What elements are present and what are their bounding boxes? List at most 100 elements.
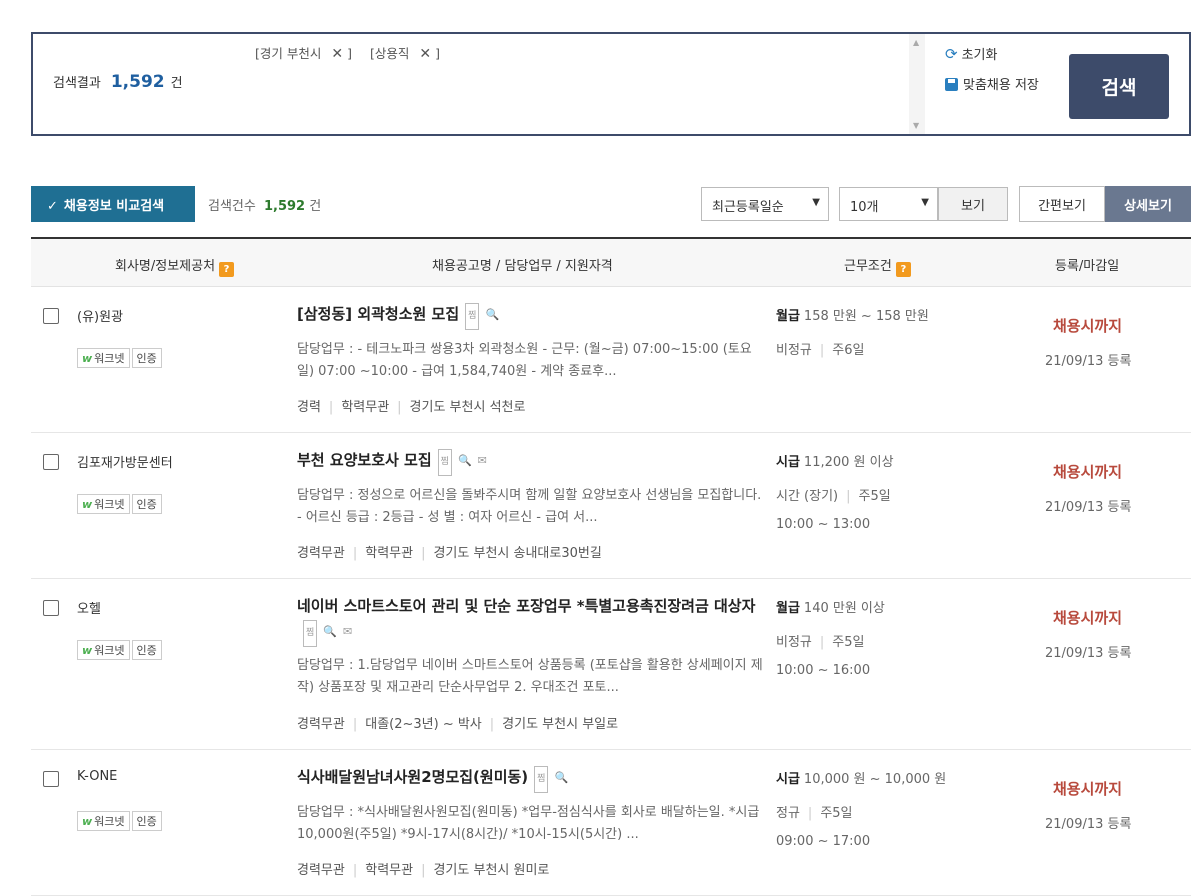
- company-badges: w 워크넷 인증: [77, 810, 164, 831]
- contract-type: 시간 (장기): [776, 489, 839, 504]
- employment-type: 비정규 | 주5일: [776, 631, 864, 650]
- table-row: K-ONE w 워크넷 인증 식사배달원남녀사원2명모집(원미동) 찜 🔍 담당업무 :…: [31, 750, 1191, 896]
- work-days: 주5일: [858, 489, 891, 504]
- table-row: (유)원광 w 워크넷 인증 [삼정동] 외곽청소원 모집 찜 🔍 담당업무 : - 테…: [31, 287, 1191, 433]
- filter-tags: [경기 부천시 ✕] [상용직 ✕]: [255, 43, 454, 62]
- pay-amount: 158 만원 ~ 158 만원: [803, 309, 929, 324]
- work-days: 주6일: [832, 343, 865, 358]
- contract-type: 비정규: [776, 343, 812, 358]
- scrap-icon[interactable]: 찜: [534, 766, 549, 793]
- search-button[interactable]: 검색: [1069, 54, 1169, 119]
- location: 경기도 부천시 석천로: [409, 400, 526, 415]
- worknet-label: 워크넷: [94, 644, 125, 657]
- result-unit: 건: [170, 76, 183, 91]
- sort-select[interactable]: 최근등록일순 ▼: [701, 187, 829, 221]
- table-header: 회사명/정보제공처? 채용공고명 / 담당업무 / 지원자격 근무조건? 등록/…: [31, 237, 1191, 287]
- job-title[interactable]: 식사배달원남녀사원2명모집(원미동) 찜 🔍: [297, 765, 767, 793]
- row-checkbox[interactable]: [43, 600, 59, 616]
- count-unit: 건: [309, 199, 322, 214]
- view-button[interactable]: 보기: [938, 187, 1008, 221]
- job-description: 담당업무 : *식사배달원사원모집(원미동) *업무-점심식사를 회사로 배달하…: [297, 805, 760, 842]
- job-title-text[interactable]: 식사배달원남녀사원2명모집(원미동): [297, 768, 528, 786]
- company-badges: w 워크넷 인증: [77, 639, 164, 660]
- company-name[interactable]: (유)원광: [77, 306, 123, 325]
- close-icon[interactable]: ✕: [331, 46, 343, 62]
- worknet-icon: w: [82, 498, 93, 511]
- reset-button[interactable]: ⟳ 초기화: [945, 44, 997, 63]
- tags-scrollbar[interactable]: ▲ ▼: [909, 34, 925, 134]
- job-title-text[interactable]: 네이버 스마트스토어 관리 및 단순 포장업무 *특별고용촉진장려금 대상자: [297, 597, 755, 615]
- divider: |: [421, 546, 426, 561]
- divider: |: [819, 635, 825, 650]
- header-conditions: 근무조건?: [844, 255, 911, 277]
- job-title[interactable]: 부천 요양보호사 모집 찜 🔍 ✉: [297, 448, 767, 476]
- job-title-text[interactable]: [삼정동] 외곽청소원 모집: [297, 305, 459, 323]
- header-label: 근무조건: [844, 259, 892, 274]
- filter-tag-region: [경기 부천시 ✕]: [255, 43, 352, 62]
- pay-amount: 10,000 원 ~ 10,000 원: [803, 772, 947, 787]
- divider: |: [352, 546, 358, 561]
- row-checkbox[interactable]: [43, 454, 59, 470]
- search-icon[interactable]: 🔍: [554, 765, 568, 790]
- location: 경기도 부천시 원미로: [433, 863, 550, 878]
- pay-info: 월급 140 만원 이상: [776, 597, 885, 616]
- save-custom-search-button[interactable]: 맞춤채용 저장: [945, 74, 1039, 93]
- table-row: 오헬 w 워크넷 인증 네이버 스마트스토어 관리 및 단순 포장업무 *특별고용촉…: [31, 579, 1191, 750]
- search-icon[interactable]: 🔍: [323, 619, 337, 644]
- envelope-icon[interactable]: ✉: [478, 448, 487, 473]
- job-title[interactable]: [삼정동] 외곽청소원 모집 찜 🔍: [297, 302, 767, 330]
- divider: |: [397, 400, 402, 415]
- row-checkbox[interactable]: [43, 771, 59, 787]
- job-title-text[interactable]: 부천 요양보호사 모집: [297, 451, 432, 469]
- result-count: 검색결과 1,592 건: [53, 72, 183, 92]
- contract-type: 정규: [776, 806, 800, 821]
- filter-tag-close-bracket: ]: [435, 46, 440, 61]
- worknet-icon: w: [82, 352, 93, 365]
- worknet-badge: w 워크넷: [77, 811, 130, 831]
- pay-amount: 140 만원 이상: [803, 601, 885, 616]
- job-title[interactable]: 네이버 스마트스토어 관리 및 단순 포장업무 *특별고용촉진장려금 대상자찜 🔍…: [297, 594, 767, 647]
- reset-label: 초기화: [961, 48, 998, 63]
- detail-view-button[interactable]: 상세보기: [1105, 186, 1191, 222]
- pay-type: 시급: [776, 772, 800, 787]
- simple-view-button[interactable]: 간편보기: [1019, 186, 1105, 222]
- pay-type: 월급: [776, 601, 800, 616]
- search-summary-box: [경기 부천시 ✕] [상용직 ✕] 검색결과 1,592 건 ▲ ▼ ⟳ 초기화 맞춤채…: [31, 32, 1191, 136]
- deadline-status: 채용시까지: [1053, 317, 1123, 335]
- deadline-status: 채용시까지: [1053, 463, 1123, 481]
- search-icon[interactable]: 🔍: [458, 448, 472, 473]
- per-page-select[interactable]: 10개 ▼: [839, 187, 938, 221]
- scrap-icon[interactable]: 찜: [465, 303, 480, 330]
- scroll-up-icon[interactable]: ▲: [913, 38, 919, 47]
- location: 경기도 부천시 송내대로30번길: [433, 546, 602, 561]
- deadline-status: 채용시까지: [1053, 609, 1123, 627]
- divider: |: [489, 717, 495, 732]
- experience: 경력: [297, 400, 321, 415]
- header-title: 채용공고명 / 담당업무 / 지원자격: [432, 259, 613, 274]
- filter-tag-close-bracket: ]: [347, 46, 352, 61]
- worknet-label: 워크넷: [94, 352, 125, 365]
- per-page-value: 10개: [850, 200, 879, 215]
- save-label: 맞춤채용 저장: [963, 78, 1039, 93]
- job-description: 담당업무 : 1.담당업무 네이버 스마트스토어 상품등록 (포토샵을 활용한 …: [297, 658, 763, 695]
- filter-tag-label: [경기 부천시: [255, 46, 322, 61]
- help-icon[interactable]: ?: [219, 262, 235, 277]
- help-icon[interactable]: ?: [895, 262, 911, 277]
- close-icon[interactable]: ✕: [419, 46, 431, 62]
- company-name[interactable]: K-ONE: [77, 769, 117, 784]
- envelope-icon[interactable]: ✉: [343, 619, 352, 644]
- count-label: 검색건수: [208, 199, 256, 214]
- pay-type: 시급: [776, 455, 800, 470]
- company-name[interactable]: 김포재가방문센터: [77, 452, 173, 471]
- experience: 경력무관: [297, 863, 345, 878]
- scroll-down-icon[interactable]: ▼: [913, 121, 919, 130]
- education: 학력무관: [341, 400, 390, 415]
- search-icon[interactable]: 🔍: [485, 302, 499, 327]
- scrap-icon[interactable]: 찜: [437, 449, 452, 476]
- compare-search-button[interactable]: ✓ 채용정보 비교검색: [31, 186, 195, 222]
- education: 학력무관: [365, 863, 414, 878]
- location: 경기도 부천시 부일로: [502, 717, 619, 732]
- row-checkbox[interactable]: [43, 308, 59, 324]
- company-name[interactable]: 오헬: [77, 598, 101, 617]
- scrap-icon[interactable]: 찜: [303, 620, 318, 647]
